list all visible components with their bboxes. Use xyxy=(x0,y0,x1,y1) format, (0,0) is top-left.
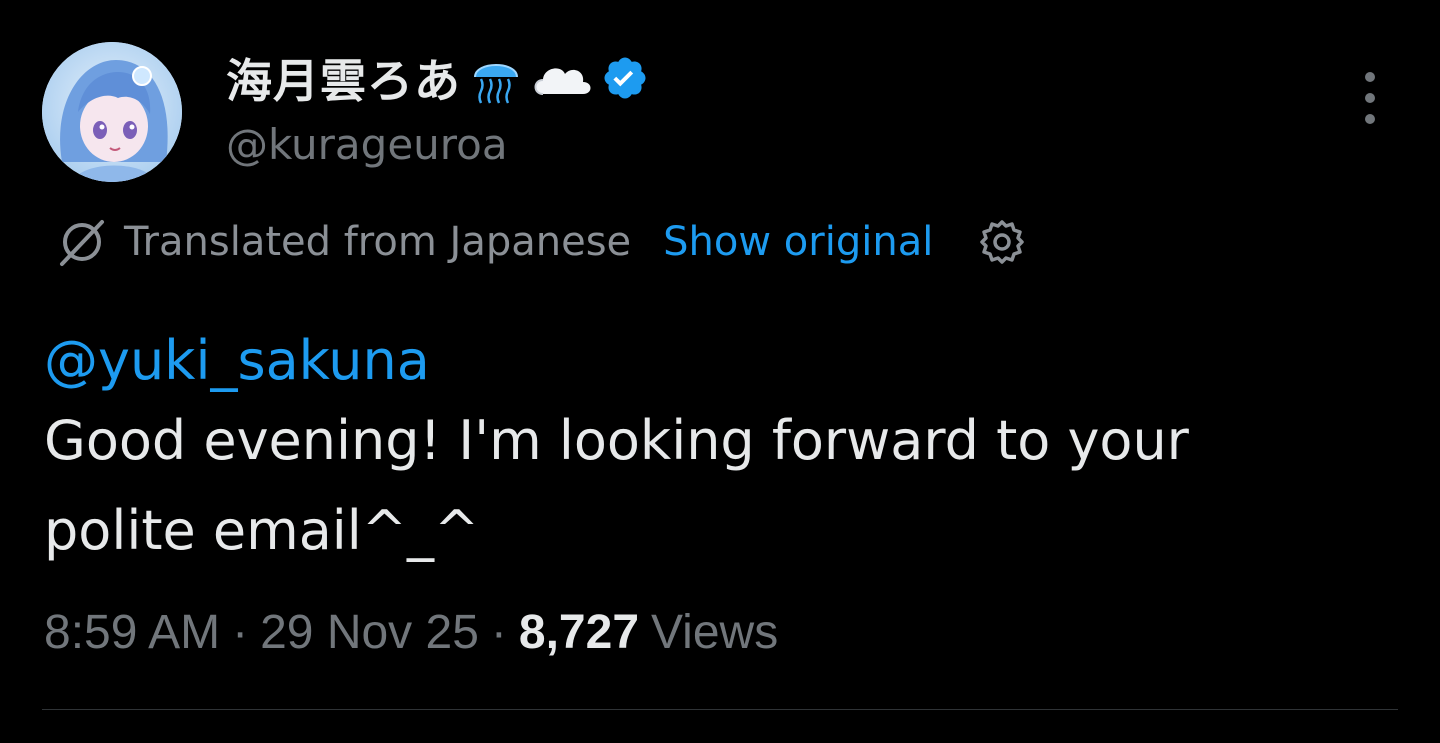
translate-icon xyxy=(56,216,108,268)
author-name-row[interactable]: 海月雲ろあ xyxy=(226,46,649,110)
divider xyxy=(42,709,1398,710)
translated-label: Translated from Japanese xyxy=(124,219,632,265)
avatar[interactable] xyxy=(42,42,182,182)
mention-link[interactable]: @yuki_sakuna xyxy=(44,328,1404,394)
views-label[interactable]: Views xyxy=(651,605,778,660)
tweet-time[interactable]: 8:59 AM xyxy=(44,605,220,660)
author-display-name[interactable]: 海月雲ろあ xyxy=(226,45,461,111)
verified-badge-icon[interactable] xyxy=(601,54,649,102)
tweet-text: Good evening! I'm looking forward to you… xyxy=(44,409,1189,562)
gear-icon[interactable] xyxy=(977,217,1027,267)
tweet-date[interactable]: 29 Nov 25 xyxy=(260,605,479,660)
more-dot-icon xyxy=(1365,93,1375,103)
tweet-body: @yuki_sakuna Good evening! I'm looking f… xyxy=(44,328,1404,576)
author-handle[interactable]: @kurageuroa xyxy=(226,120,508,169)
show-original-link[interactable]: Show original xyxy=(663,219,933,265)
tweet-meta: 8:59 AM · 29 Nov 25 · 8,727 Views xyxy=(44,600,778,664)
tweet-detail: 海月雲ろあ @kurageuroa Translated from Japane… xyxy=(0,0,1440,743)
more-dot-icon xyxy=(1365,72,1375,82)
jellyfish-icon xyxy=(469,51,523,105)
more-dot-icon xyxy=(1365,114,1375,124)
translation-bar: Translated from Japanese Show original xyxy=(56,212,1027,272)
cloud-icon xyxy=(531,56,593,100)
meta-separator: · xyxy=(232,605,249,659)
more-options-button[interactable] xyxy=(1350,72,1390,124)
meta-separator: · xyxy=(490,605,507,659)
views-count[interactable]: 8,727 xyxy=(519,605,639,660)
